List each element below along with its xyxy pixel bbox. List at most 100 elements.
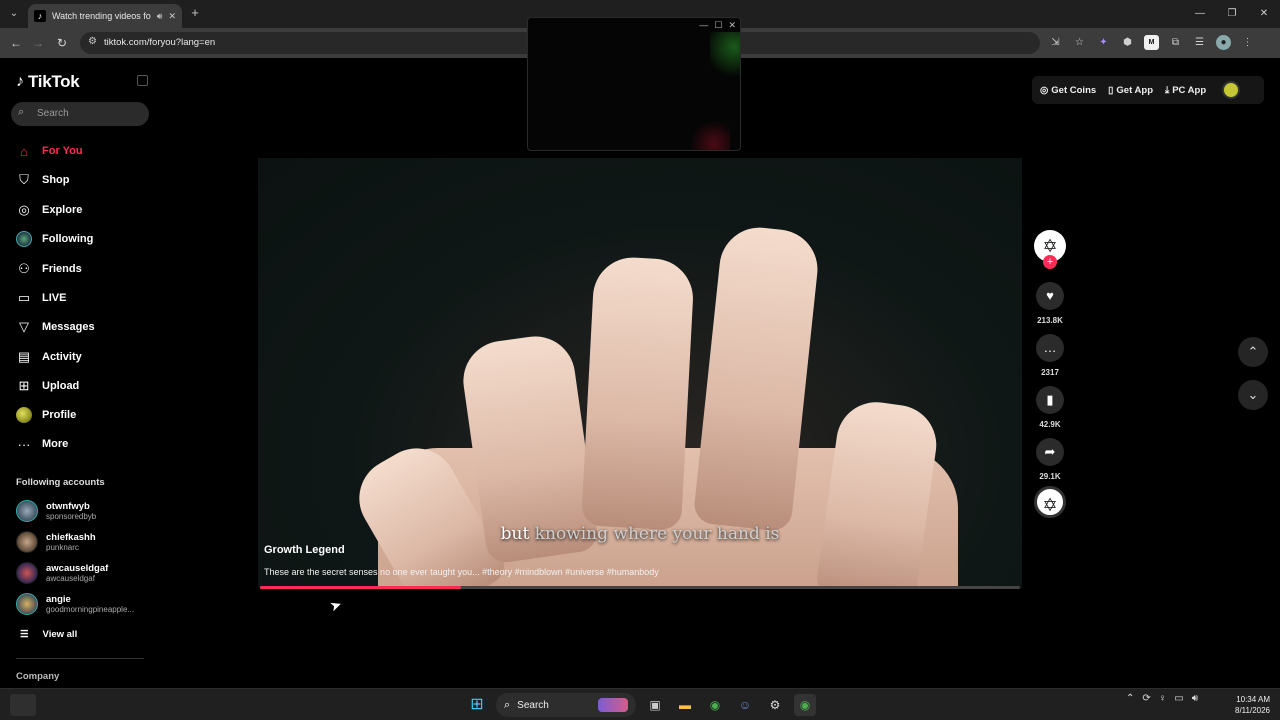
nav-explore[interactable]: ◎ Explore (16, 201, 82, 219)
widgets-icon[interactable] (10, 694, 36, 716)
windows-start-icon[interactable]: ⊞ (466, 694, 488, 716)
previous-video-button[interactable]: ⌃ (1238, 337, 1268, 367)
close-window-icon[interactable]: ✕ (1248, 0, 1280, 28)
volume-icon[interactable]: 🔊︎ (1192, 693, 1198, 704)
account-avatar (16, 500, 38, 522)
search-input[interactable]: ⌕ Search (11, 102, 149, 126)
taskbar-search[interactable]: ⌕ Search (496, 693, 636, 717)
windows-taskbar: ⊞ ⌕ Search ▣ ▬ ◉ ☺ ⚙ ◉ ⌃ ⟳ ♀ ▭ 🔊︎ 10:34 … (0, 688, 1280, 720)
chrome-icon[interactable]: ◉ (704, 694, 726, 716)
view-all-label: View all (42, 629, 78, 640)
comment-button[interactable]: … (1036, 334, 1064, 362)
account-handle: sponsoredbyb (46, 512, 97, 521)
next-video-button[interactable]: ⌄ (1238, 380, 1268, 410)
following-account[interactable]: awcauseldgaf awcauseldgaf (16, 561, 108, 585)
reading-list-icon[interactable]: ☰ (1192, 35, 1207, 50)
video-progress-bar[interactable] (260, 586, 1020, 589)
like-button[interactable]: ♥ (1036, 282, 1064, 310)
chrome-active-icon[interactable]: ◉ (794, 694, 816, 716)
pip-minimize-icon[interactable]: — (699, 20, 708, 31)
nav-more[interactable]: ··· More (16, 435, 69, 453)
minimize-window-icon[interactable]: — (1184, 0, 1216, 28)
like-count: 213.8K (1037, 316, 1063, 325)
music-disc-icon[interactable]: ✡ (1034, 486, 1066, 518)
tab-list-chevron-icon[interactable]: ⌄ (6, 6, 22, 22)
more-dots-icon: ··· (17, 436, 31, 452)
account-avatar (16, 593, 38, 615)
share-button[interactable]: ➦ (1036, 438, 1064, 466)
install-app-icon[interactable]: ⇲ (1048, 35, 1063, 50)
restore-window-icon[interactable]: ❐ (1216, 0, 1248, 28)
paper-plane-icon: ▽ (19, 319, 29, 334)
nav-for-you[interactable]: ⌂ For You (16, 142, 82, 160)
follow-plus-icon[interactable]: + (1043, 255, 1057, 269)
get-coins-button[interactable]: ◎ Get Coins (1040, 85, 1096, 96)
pip-maximize-icon[interactable]: ☐ (714, 20, 722, 31)
account-text: chiefkashh punknarc (46, 532, 96, 552)
picture-in-picture-window[interactable]: — ☐ ✕ (527, 17, 741, 151)
video-player[interactable]: but knowing where your hand is Growth Le… (258, 158, 1022, 588)
app-icon[interactable]: ⚙ (764, 694, 786, 716)
tab-close-icon[interactable]: ✕ (168, 11, 176, 22)
save-button[interactable]: ▮ (1036, 386, 1064, 414)
browser-menu-icon[interactable]: ⋮ (1240, 35, 1255, 50)
get-app-label: Get App (1116, 84, 1153, 96)
nav-activity[interactable]: ▤ Activity (16, 348, 82, 366)
speaker-icon[interactable]: 🔊︎ (157, 11, 163, 22)
save-count: 42.9K (1039, 420, 1061, 429)
extension-puzzle-shield-icon[interactable]: ⬢ (1120, 35, 1135, 50)
following-account[interactable]: otwnfwyb sponsoredbyb (16, 499, 96, 523)
tray-chevron-up-icon[interactable]: ⌃ (1126, 693, 1134, 704)
nav-shop[interactable]: ⛉ Shop (16, 171, 69, 189)
view-all-link[interactable]: ☰ View all (20, 629, 77, 640)
video-description[interactable]: These are the secret senses no one ever … (264, 567, 659, 577)
forward-arrow-icon[interactable]: → (30, 35, 46, 51)
bookmark-star-icon[interactable]: ☆ (1072, 35, 1087, 50)
clock-date: 8/11/2026 (1235, 706, 1270, 715)
nav-following[interactable]: Following (16, 230, 93, 248)
reload-icon[interactable]: ↻ (54, 35, 70, 51)
discord-icon[interactable]: ☺ (734, 694, 756, 716)
following-account[interactable]: angie goodmorningpineapple... (16, 592, 134, 616)
video-author[interactable]: Growth Legend (264, 544, 345, 556)
new-tab-plus-icon[interactable]: + (188, 6, 202, 20)
pc-app-button[interactable]: ⤓ PC App (1165, 85, 1206, 96)
nav-profile[interactable]: Profile (16, 406, 76, 424)
profile-avatar-icon[interactable]: ● (1216, 35, 1231, 50)
get-app-button[interactable]: ▯ Get App (1108, 85, 1153, 96)
tiktok-logo[interactable]: ♪ TikTok (16, 72, 80, 92)
nav-messages[interactable]: ▽ Messages (16, 318, 95, 336)
site-info-icon[interactable]: ⚙ (88, 36, 97, 47)
company-link[interactable]: Company (16, 671, 59, 682)
extension-feather-icon[interactable]: ✦ (1096, 35, 1111, 50)
video-finger (581, 255, 695, 531)
back-arrow-icon[interactable]: ← (8, 35, 24, 51)
nav-label: Explore (42, 204, 83, 216)
browser-tab-active[interactable]: ♪ Watch trending videos for y 🔊︎ ✕ (28, 4, 182, 28)
nav-live[interactable]: ▭ LIVE (16, 289, 67, 307)
extensions-puzzle-icon[interactable]: ⧉ (1168, 35, 1183, 50)
user-avatar[interactable] (1222, 81, 1241, 99)
pip-close-icon[interactable]: ✕ (728, 20, 736, 31)
nav-friends[interactable]: ⚇ Friends (16, 260, 82, 278)
tiktok-sidebar: ♪ TikTok ⌕ Search ⌂ For You ⛉ Shop ◎ Exp… (0, 58, 160, 688)
nav-label: Profile (42, 409, 77, 421)
video-progress-fill (260, 586, 462, 589)
extension-badge-icon[interactable]: M (1144, 35, 1159, 50)
microphone-icon[interactable]: ♀ (1159, 693, 1167, 704)
display-icon[interactable]: ▭ (1174, 693, 1183, 704)
nav-label: LIVE (42, 292, 67, 304)
task-view-icon[interactable]: ▣ (644, 694, 666, 716)
file-explorer-icon[interactable]: ▬ (674, 694, 696, 716)
comment-count: 2317 (1041, 368, 1059, 377)
sync-icon[interactable]: ⟳ (1142, 693, 1150, 704)
caption-rest: knowing where your hand is (534, 524, 780, 544)
nav-label: Following (42, 233, 94, 245)
system-clock[interactable]: 10:34 AM 8/11/2026 (1226, 694, 1270, 716)
following-account[interactable]: chiefkashh punknarc (16, 530, 96, 554)
window-controls: — ❐ ✕ (1184, 0, 1280, 28)
plus-square-icon: ⊞ (18, 378, 30, 393)
nav-upload[interactable]: ⊞ Upload (16, 377, 80, 395)
collapse-sidebar-icon[interactable] (137, 75, 148, 86)
extension-icons: ⇲ ☆ ✦ ⬢ M ⧉ ☰ ● ⋮ (1048, 35, 1255, 50)
